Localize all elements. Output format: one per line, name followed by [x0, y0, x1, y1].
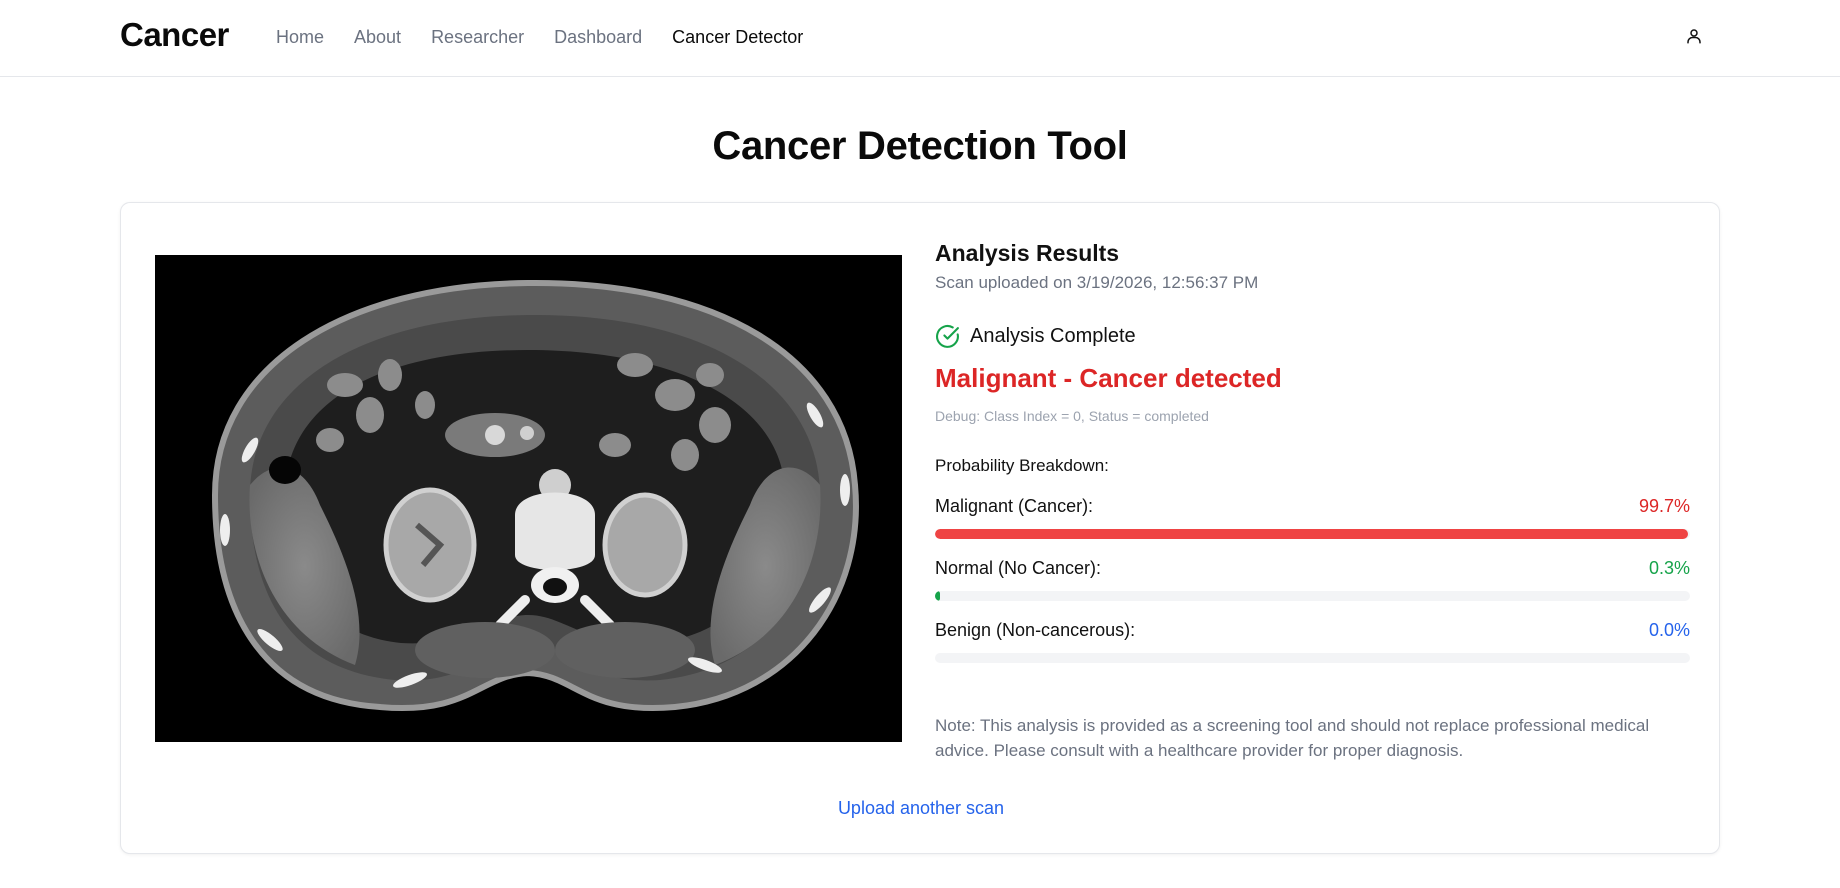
probability-row-benign: Benign (Non-cancerous): 0.0%: [935, 619, 1690, 663]
probability-row-normal: Normal (No Cancer): 0.3%: [935, 557, 1690, 601]
disclaimer-note: Note: This analysis is provided as a scr…: [935, 716, 1650, 760]
page-title: Cancer Detection Tool: [712, 124, 1128, 168]
brand-logo[interactable]: Cancer: [120, 16, 229, 54]
upload-timestamp: Scan uploaded on 3/19/2026, 12:56:37 PM: [935, 273, 1259, 292]
status-row: Analysis Complete: [935, 321, 1690, 351]
status-text: Analysis Complete: [970, 324, 1136, 347]
diagnosis-result: Malignant - Cancer detected: [935, 363, 1282, 393]
nav-cancer-detector[interactable]: Cancer Detector: [672, 24, 803, 50]
probability-value: 99.7%: [1638, 496, 1690, 516]
probability-bar: [935, 529, 1690, 539]
probability-bar: [935, 591, 1690, 601]
probability-value: 0.0%: [1648, 620, 1690, 640]
user-icon[interactable]: [1682, 24, 1706, 48]
upload-another-scan-link[interactable]: Upload another scan: [121, 798, 1721, 819]
analysis-card: Analysis Results Scan uploaded on 3/19/2…: [120, 202, 1720, 854]
ct-scan-image: [155, 255, 902, 742]
results-panel: Analysis Results Scan uploaded on 3/19/2…: [935, 237, 1690, 763]
probability-breakdown-title: Probability Breakdown:: [935, 456, 1109, 475]
probability-label: Benign (Non-cancerous):: [935, 620, 1136, 640]
check-circle-icon: [936, 324, 959, 348]
probability-value: 0.3%: [1648, 558, 1690, 578]
probability-bar-fill: [935, 591, 940, 601]
probability-label: Malignant (Cancer):: [935, 496, 1094, 516]
nav-researcher[interactable]: Researcher: [431, 24, 524, 50]
probability-row-malignant: Malignant (Cancer): 99.7%: [935, 495, 1690, 539]
probability-bar-fill: [935, 529, 1688, 539]
main-nav: Home About Researcher Dashboard Cancer D…: [276, 24, 833, 50]
probability-bar: [935, 653, 1690, 663]
nav-about[interactable]: About: [354, 24, 401, 50]
top-navbar: Cancer Home About Researcher Dashboard C…: [0, 0, 1840, 77]
nav-home[interactable]: Home: [276, 24, 324, 50]
results-title: Analysis Results: [935, 240, 1120, 266]
probability-label: Normal (No Cancer):: [935, 558, 1102, 578]
nav-dashboard[interactable]: Dashboard: [554, 24, 642, 50]
debug-info: Debug: Class Index = 0, Status = complet…: [935, 408, 1209, 424]
